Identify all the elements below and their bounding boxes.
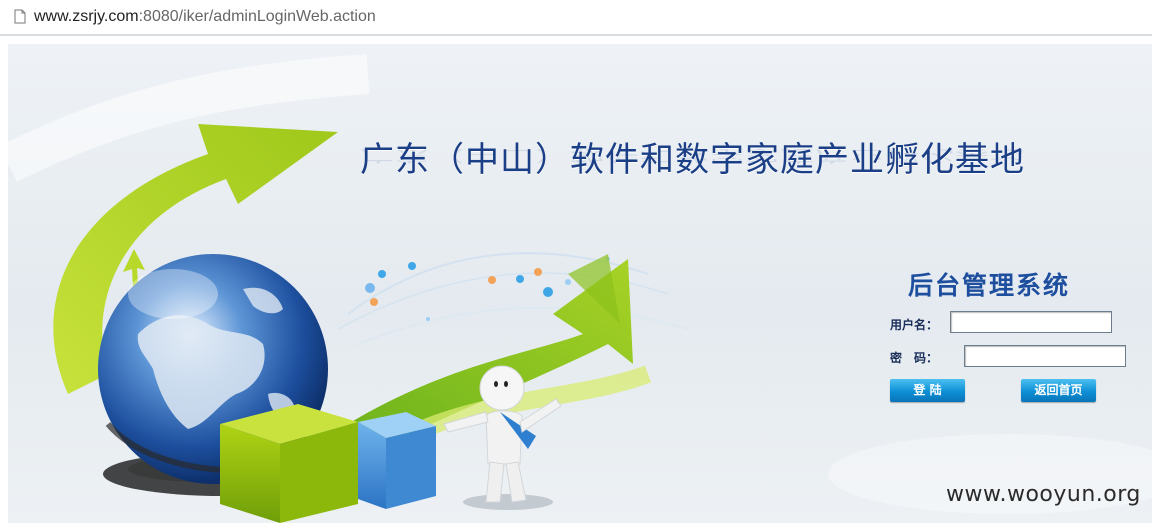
url-path: :8080/iker/adminLoginWeb.action [138, 8, 376, 25]
password-input[interactable] [964, 345, 1126, 367]
system-title: 后台管理系统 [908, 271, 1071, 300]
url-host: www.zsrjy.com [34, 8, 139, 25]
username-input[interactable] [950, 311, 1112, 333]
page-headline: 广东（中山）软件和数字家庭产业孵化基地 [360, 140, 1025, 180]
url-text[interactable]: www.zsrjy.com:8080/iker/adminLoginWeb.ac… [34, 8, 376, 26]
address-bar[interactable]: www.zsrjy.com:8080/iker/adminLoginWeb.ac… [0, 0, 1152, 36]
page-icon [14, 9, 26, 24]
password-label: 密 码： [890, 351, 939, 365]
login-button[interactable]: 登 陆 [890, 379, 965, 402]
back-home-button[interactable]: 返回首页 [1021, 379, 1096, 402]
login-banner: 广东（中山）软件和数字家庭产业孵化基地 广东（中山）软件和数字家庭产业孵化基地 … [8, 44, 1152, 523]
username-label: 用户名： [890, 318, 939, 332]
watermark-text: www.wooyun.org [946, 482, 1141, 507]
